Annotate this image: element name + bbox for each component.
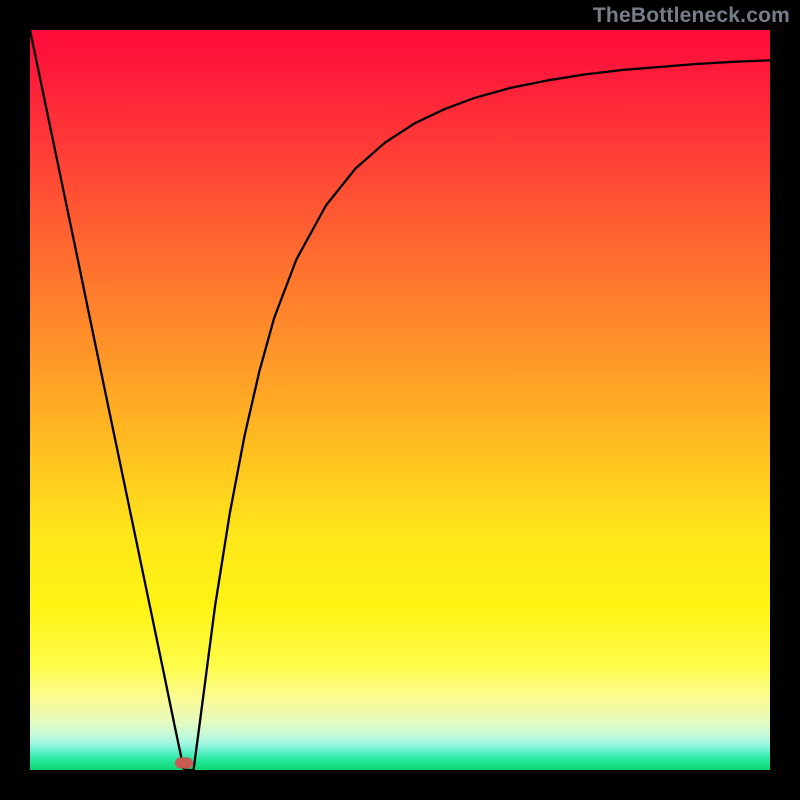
watermark-text: TheBottleneck.com: [593, 4, 790, 28]
plot-area: [30, 30, 770, 770]
heat-gradient-background: [30, 30, 770, 770]
chart-frame: TheBottleneck.com: [0, 0, 800, 800]
